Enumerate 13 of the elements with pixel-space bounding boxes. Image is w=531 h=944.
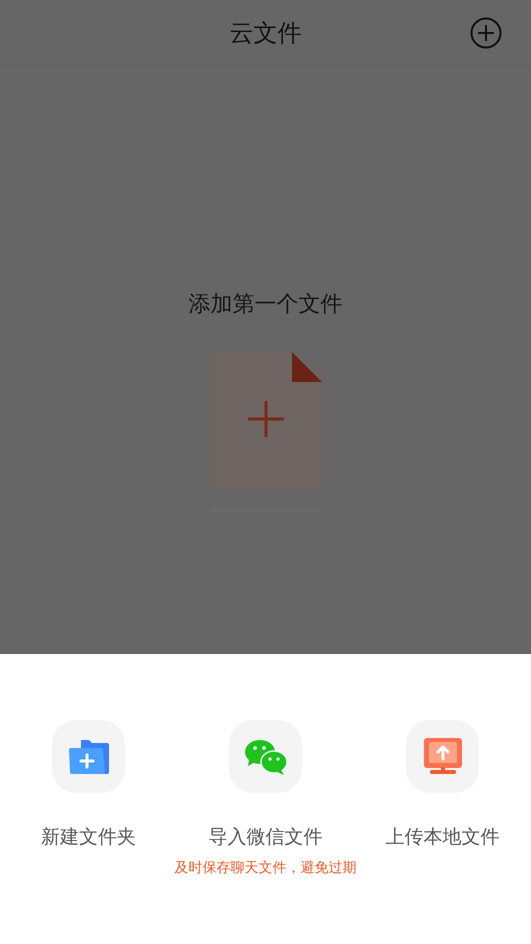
action-label[interactable]: 新建文件夹 — [41, 823, 136, 852]
chat-bubbles-icon — [242, 738, 288, 776]
action-label[interactable]: 导入微信文件 — [208, 823, 322, 852]
monitor-upload-icon — [422, 738, 462, 775]
action-tile[interactable] — [52, 720, 125, 793]
action-label[interactable]: 上传本地文件 — [386, 823, 500, 852]
page-title: 云文件 — [230, 18, 302, 48]
empty-state-title: 添加第一个文件 — [188, 291, 342, 319]
action-hint: 及时保存聊天文件，避免过期 — [174, 858, 356, 878]
action-tile[interactable] — [406, 720, 479, 793]
add-icon[interactable] — [470, 17, 502, 49]
action-tile[interactable] — [229, 720, 302, 793]
folder-plus-icon — [66, 738, 110, 776]
